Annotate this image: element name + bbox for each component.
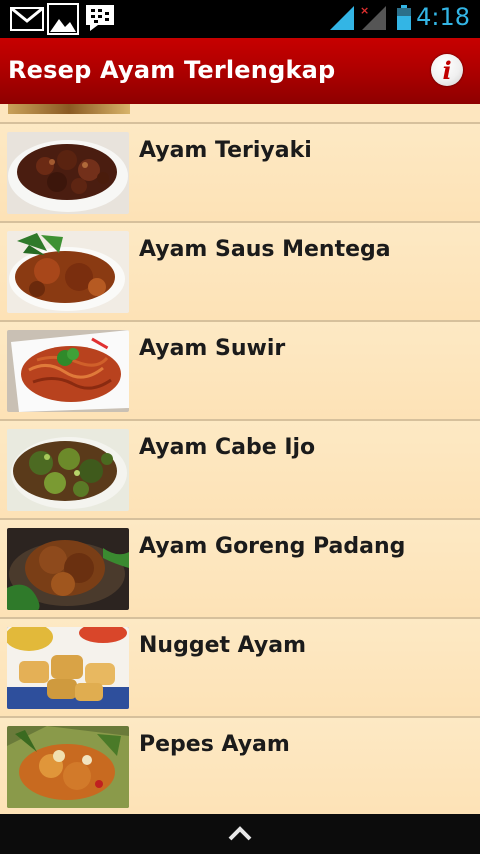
recipe-item[interactable]: Ayam Goreng Padang <box>0 520 480 619</box>
recipe-name: Ayam Teriyaki <box>139 138 312 163</box>
gmail-icon <box>10 6 44 35</box>
signal-icon <box>330 6 354 34</box>
status-time: 4:18 <box>416 3 470 31</box>
recipe-thumbnail <box>7 429 129 511</box>
recipe-thumbnail <box>7 132 129 214</box>
recipe-name: Ayam Suwir <box>139 336 286 361</box>
chevron-up-icon[interactable] <box>227 824 253 846</box>
recipe-name: Nugget Ayam <box>139 633 307 658</box>
recipe-item[interactable]: Ayam Cabe Ijo <box>0 421 480 520</box>
recipe-item[interactable]: Nugget Ayam <box>0 619 480 718</box>
recipe-thumbnail <box>8 104 130 114</box>
recipe-name: Ayam Cabe Ijo <box>139 435 316 460</box>
recipe-thumbnail <box>7 528 129 610</box>
navigation-bar <box>0 814 480 854</box>
recipe-item[interactable]: Ayam Suwir <box>0 322 480 421</box>
recipe-item[interactable]: Ayam Saus Mentega <box>0 223 480 322</box>
recipe-name: Ayam Goreng Padang <box>139 534 406 559</box>
list-item-partial[interactable] <box>0 104 480 124</box>
action-bar: Resep Ayam Terlengkap i <box>0 38 480 104</box>
recipe-thumbnail <box>7 231 129 313</box>
signal-no-data-icon: × <box>360 4 386 34</box>
recipe-thumbnail <box>7 330 129 412</box>
recipe-list[interactable]: Ayam Teriyaki Ayam Saus Mentega Ayam Suw… <box>0 104 480 814</box>
gallery-icon <box>47 3 79 39</box>
info-icon: i <box>442 55 452 85</box>
recipe-name: Pepes Ayam <box>139 732 290 757</box>
recipe-item[interactable]: Pepes Ayam <box>0 718 480 814</box>
app-title: Resep Ayam Terlengkap <box>8 56 336 84</box>
recipe-thumbnail <box>7 726 129 808</box>
battery-icon <box>396 5 412 35</box>
svg-text:×: × <box>360 4 369 17</box>
recipe-thumbnail <box>7 627 129 709</box>
info-button[interactable]: i <box>431 54 463 86</box>
bbm-icon <box>84 3 116 37</box>
recipe-name: Ayam Saus Mentega <box>139 237 391 262</box>
recipe-item[interactable]: Ayam Teriyaki <box>0 124 480 223</box>
status-bar: × 4:18 <box>0 0 480 38</box>
